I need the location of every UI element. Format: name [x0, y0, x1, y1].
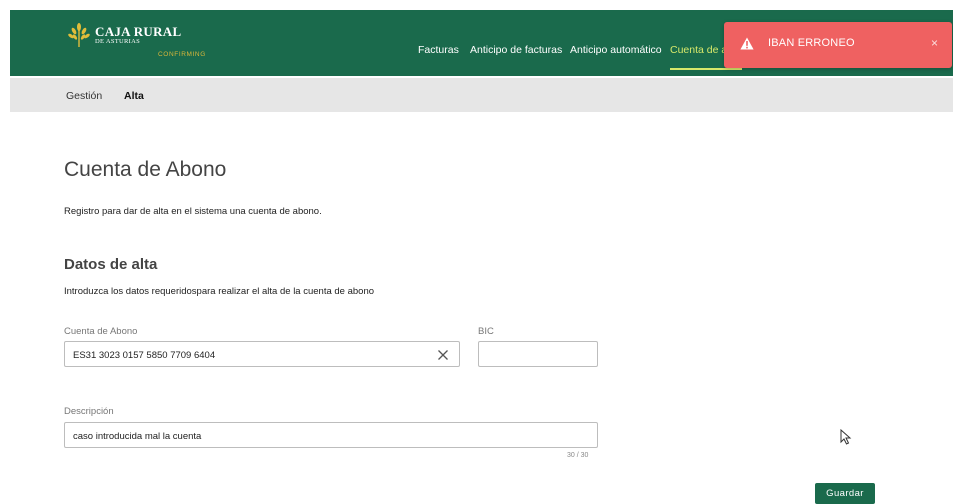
nav-item-facturas[interactable]: Facturas	[418, 44, 459, 56]
save-button[interactable]: Guardar	[815, 483, 875, 504]
subnav-item-gestion[interactable]: Gestión	[66, 90, 102, 102]
mouse-cursor-icon	[840, 429, 852, 445]
brand-subtitle: DE ASTURIAS	[95, 38, 141, 45]
account-input[interactable]: ES31 3023 0157 5850 7709 6404	[64, 341, 460, 367]
char-counter: 30 / 30	[567, 452, 589, 459]
nav-active-indicator	[670, 68, 742, 70]
bic-input[interactable]	[478, 341, 598, 367]
warning-icon	[740, 37, 754, 50]
brand-logo[interactable]: CAJA RURAL DE ASTURIAS CONFIRMING	[66, 22, 236, 62]
description-label: Descripción	[64, 406, 114, 417]
page-description: Registro para dar de alta en el sistema …	[64, 206, 322, 217]
description-input[interactable]: caso introducida mal la cuenta	[64, 422, 598, 448]
nav-item-anticipo-automatico[interactable]: Anticipo automático	[570, 44, 662, 56]
sub-navigation: Gestión Alta	[10, 78, 953, 112]
close-icon[interactable]: ×	[931, 36, 938, 50]
section-description: Introduzca los datos requeridospara real…	[64, 286, 375, 297]
page-title: Cuenta de Abono	[64, 158, 227, 181]
nav-item-anticipo-facturas[interactable]: Anticipo de facturas	[470, 44, 562, 56]
account-label: Cuenta de Abono	[64, 326, 138, 337]
description-value: caso introducida mal la cuenta	[73, 431, 202, 442]
bic-label: BIC	[478, 326, 494, 337]
brand-tag: CONFIRMING	[158, 51, 206, 58]
subnav-item-alta[interactable]: Alta	[124, 90, 144, 102]
toast-message: IBAN ERRONEO	[768, 37, 855, 49]
section-title: Datos de alta	[64, 256, 158, 273]
wheat-logo-icon	[68, 23, 90, 47]
account-value: ES31 3023 0157 5850 7709 6404	[73, 350, 216, 361]
error-toast: IBAN ERRONEO ×	[724, 22, 952, 68]
clear-icon[interactable]	[437, 349, 449, 361]
